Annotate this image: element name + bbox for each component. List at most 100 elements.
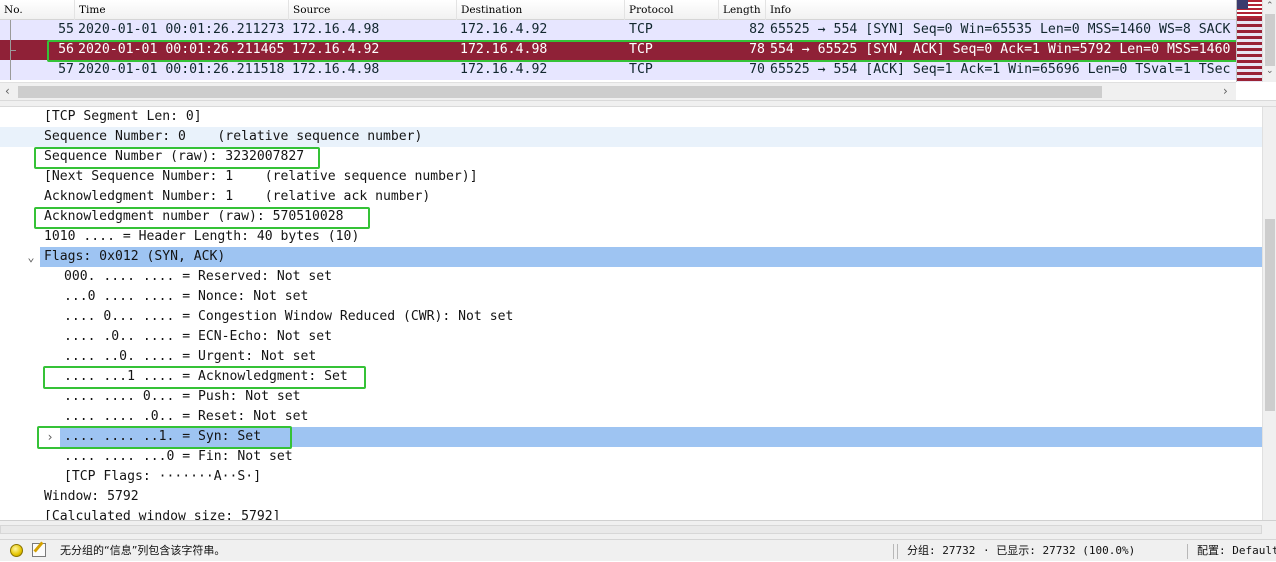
detail-text: .... .... 0... = Push: Not set [64, 389, 301, 404]
detail-text: [TCP Segment Len: 0] [44, 109, 202, 124]
detail-line[interactable]: [TCP Flags: ·······A··S·] [0, 467, 1262, 487]
detail-line[interactable]: .... .... .0.. = Reset: Not set [0, 407, 1262, 427]
detail-line[interactable]: Acknowledgment number (raw): 570510028 [0, 207, 1262, 227]
packet-info: 65525 → 554 [SYN] Seq=0 Win=65535 Len=0 … [770, 22, 1231, 37]
packet-details-pane[interactable]: [TCP Segment Len: 0] Sequence Number: 0 … [0, 107, 1262, 520]
detail-line[interactable]: [TCP Segment Len: 0] [0, 107, 1262, 127]
detail-text: Window: 5792 [44, 489, 139, 504]
column-header-time[interactable]: Time [75, 0, 289, 20]
us-flag-icon [1237, 0, 1263, 18]
details-vertical-scrollbar[interactable] [1262, 107, 1276, 520]
detail-text: .... ...1 .... = Acknowledgment: Set [64, 369, 348, 384]
packet-row-selected[interactable]: 56 2020-01-01 00:01:26.211465 172.16.4.9… [0, 40, 1236, 60]
status-bar: 无分组的“信息”列包含该字符串。 分组: 27732 · 已显示: 27732 … [0, 539, 1276, 561]
scroll-right-icon[interactable]: › [1223, 84, 1228, 98]
packet-protocol: TCP [629, 62, 653, 77]
status-message: 无分组的“信息”列包含该字符串。 [60, 544, 226, 557]
detail-line-flags[interactable]: ⌄ Flags: 0x012 (SYN, ACK) [0, 247, 1262, 267]
packets-count: 分组: 27732 [907, 544, 976, 557]
column-header-info[interactable]: Info [766, 0, 1236, 20]
comment-icon[interactable] [32, 543, 46, 557]
detail-text: .... .... ...0 = Fin: Not set [64, 449, 293, 464]
detail-line[interactable]: .... ..0. .... = Urgent: Not set [0, 347, 1262, 367]
detail-text: [Next Sequence Number: 1 (relative seque… [44, 169, 478, 184]
packet-list-pane[interactable]: No. Time Source Destination Protocol Len… [0, 0, 1276, 100]
status-separator [1187, 544, 1188, 559]
detail-text: Sequence Number: 0 (relative sequence nu… [44, 129, 423, 144]
packet-time: 2020-01-01 00:01:26.211465 [78, 42, 285, 57]
packet-length: 82 [749, 22, 765, 37]
conversation-tree-branch [10, 50, 16, 51]
detail-text: 000. .... .... = Reserved: Not set [64, 269, 333, 284]
packet-protocol: TCP [629, 22, 653, 37]
detail-text: .... .... ..1. = Syn: Set [60, 427, 1262, 447]
expert-info-icon[interactable] [10, 544, 23, 557]
detail-line[interactable]: .... .... ...0 = Fin: Not set [0, 447, 1262, 467]
detail-line[interactable]: Window: 5792 [0, 487, 1262, 507]
packet-no: 55 [58, 22, 74, 37]
scrollbar-thumb[interactable] [18, 86, 1102, 98]
packet-length: 78 [749, 42, 765, 57]
status-separator [897, 544, 898, 559]
column-header-protocol[interactable]: Protocol [625, 0, 719, 20]
detail-line[interactable]: Sequence Number (raw): 3232007827 [0, 147, 1262, 167]
detail-text: .... 0... .... = Congestion Window Reduc… [64, 309, 514, 324]
detail-text: Acknowledgment number (raw): 570510028 [44, 209, 344, 224]
expand-chevron-icon[interactable]: › [44, 427, 56, 447]
packet-list-horizontal-scrollbar[interactable]: ‹ › [0, 82, 1236, 100]
packet-list-vertical-scrollbar[interactable]: ⌃ ⌄ [1262, 0, 1276, 82]
detail-text: .... .0.. .... = ECN-Echo: Not set [64, 329, 333, 344]
packet-destination: 172.16.4.92 [460, 62, 548, 77]
detail-text: Acknowledgment Number: 1 (relative ack n… [44, 189, 431, 204]
packet-info: 554 → 65525 [SYN, ACK] Seq=0 Ack=1 Win=5… [770, 42, 1231, 57]
packet-source: 172.16.4.92 [292, 42, 380, 57]
detail-line-selected[interactable]: › .... .... ..1. = Syn: Set [0, 427, 1262, 447]
pane-splitter[interactable] [0, 100, 1276, 107]
packet-time: 2020-01-01 00:01:26.211273 [78, 22, 285, 37]
detail-text: Flags: 0x012 (SYN, ACK) [40, 247, 1262, 267]
packet-no: 57 [58, 62, 74, 77]
intelligent-scrollbar[interactable] [1236, 0, 1263, 82]
packet-row[interactable]: 55 2020-01-01 00:01:26.211273 172.16.4.9… [0, 20, 1236, 40]
scrollbar-thumb[interactable] [1265, 219, 1275, 411]
detail-line[interactable]: .... .0.. .... = ECN-Echo: Not set [0, 327, 1262, 347]
packet-destination: 172.16.4.92 [460, 22, 548, 37]
detail-line[interactable]: .... .... 0... = Push: Not set [0, 387, 1262, 407]
detail-text: ...0 .... .... = Nonce: Not set [64, 289, 309, 304]
scroll-up-icon[interactable]: ⌃ [1266, 1, 1274, 11]
detail-line[interactable]: [Next Sequence Number: 1 (relative seque… [0, 167, 1262, 187]
detail-line[interactable]: Acknowledgment Number: 1 (relative ack n… [0, 187, 1262, 207]
detail-line[interactable]: 000. .... .... = Reserved: Not set [0, 267, 1262, 287]
scroll-left-icon[interactable]: ‹ [5, 84, 10, 98]
detail-line[interactable]: .... 0... .... = Congestion Window Reduc… [0, 307, 1262, 327]
detail-text: .... .... .0.. = Reset: Not set [64, 409, 309, 424]
column-header-source[interactable]: Source [289, 0, 457, 20]
packet-list-header: No. Time Source Destination Protocol Len… [0, 0, 1236, 20]
column-header-no[interactable]: No. [0, 0, 75, 20]
detail-line[interactable]: 1010 .... = Header Length: 40 bytes (10) [0, 227, 1262, 247]
column-header-destination[interactable]: Destination [457, 0, 625, 20]
packet-info: 65525 → 554 [ACK] Seq=1 Ack=1 Win=65696 … [770, 62, 1231, 77]
column-header-length[interactable]: Length [719, 0, 766, 20]
detail-line[interactable]: Sequence Number: 0 (relative sequence nu… [0, 127, 1262, 147]
packet-source: 172.16.4.98 [292, 22, 380, 37]
packet-row[interactable]: 57 2020-01-01 00:01:26.211518 172.16.4.9… [0, 60, 1236, 80]
detail-line[interactable]: [Calculated window size: 5792] [0, 507, 1262, 520]
scrollbar-thumb[interactable] [1265, 14, 1275, 66]
detail-text: [TCP Flags: ·······A··S·] [64, 469, 262, 484]
collapse-chevron-icon[interactable]: ⌄ [25, 247, 37, 267]
packet-time: 2020-01-01 00:01:26.211518 [78, 62, 285, 77]
detail-line[interactable]: ...0 .... .... = Nonce: Not set [0, 287, 1262, 307]
packet-source: 172.16.4.98 [292, 62, 380, 77]
detail-text: 1010 .... = Header Length: 40 bytes (10) [44, 229, 360, 244]
detail-line[interactable]: .... ...1 .... = Acknowledgment: Set [0, 367, 1262, 387]
packet-protocol: TCP [629, 42, 653, 57]
scroll-down-icon[interactable]: ⌄ [1266, 66, 1274, 76]
profile-selector[interactable]: 配置: Default [1197, 540, 1276, 562]
displayed-count: · 已显示: 27732 (100.0%) [983, 544, 1136, 557]
packet-length: 70 [749, 62, 765, 77]
packet-no: 56 [58, 42, 74, 57]
detail-text: Sequence Number (raw): 3232007827 [44, 149, 305, 164]
packet-destination: 172.16.4.98 [460, 42, 548, 57]
pane-splitter[interactable] [0, 520, 1276, 539]
